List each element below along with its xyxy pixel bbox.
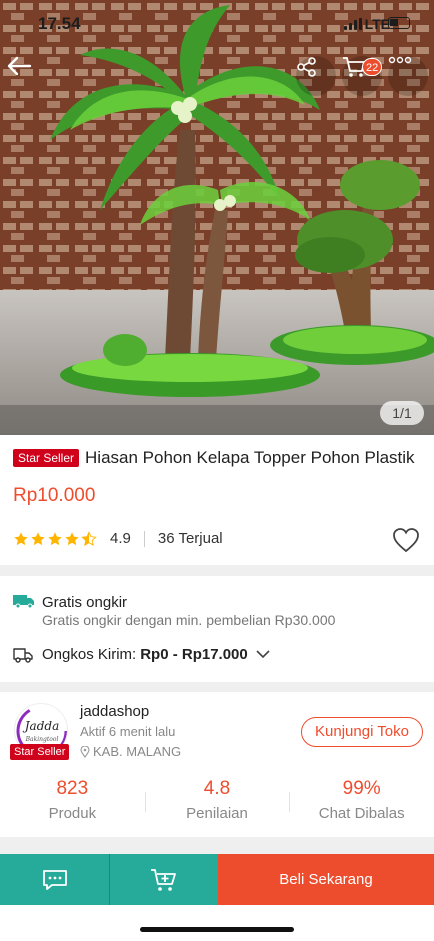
star-icon xyxy=(47,531,63,547)
section-gap xyxy=(0,837,434,854)
stat-rating[interactable]: 4.8 Penilaian xyxy=(144,778,290,822)
signal-icon xyxy=(344,18,362,30)
shop-location-text: KAB. MALANG xyxy=(93,744,182,759)
location-pin-icon xyxy=(80,745,90,758)
stat-label: Penilaian xyxy=(186,805,248,822)
rating-value: 4.9 xyxy=(110,530,131,547)
divider xyxy=(143,530,145,547)
stat-label: Produk xyxy=(48,805,97,822)
free-shipping-subtitle: Gratis ongkir dengan min. pembelian Rp30… xyxy=(42,612,336,628)
shop-star-seller-badge: Star Seller xyxy=(10,744,70,760)
buy-now-button[interactable]: Beli Sekarang xyxy=(218,854,434,905)
add-to-cart-button[interactable] xyxy=(109,854,218,905)
free-shipping-truck-icon xyxy=(13,595,34,608)
bottom-action-bar: Beli Sekarang xyxy=(0,854,434,905)
product-title: Hiasan Pohon Kelapa Topper Pohon Plastik xyxy=(85,448,415,467)
stat-label: Chat Dibalas xyxy=(318,805,405,822)
shop-stats: 823 Produk 4.8 Penilaian 99% Chat Dibala… xyxy=(0,778,434,822)
favorite-button[interactable] xyxy=(392,527,420,553)
image-counter: 1/1 xyxy=(380,401,424,425)
stat-value: 823 xyxy=(56,778,89,799)
shipping-cost-label: Ongkos Kirim: xyxy=(42,646,137,663)
shop-section: Jadda Bakingtool Star Seller jaddashop A… xyxy=(0,692,434,837)
stat-products[interactable]: 823 Produk xyxy=(0,778,145,822)
half-star-icon xyxy=(81,530,97,547)
shop-logo-text: Jadda xyxy=(22,719,59,733)
shop-location: KAB. MALANG xyxy=(80,744,181,759)
shop-logo-subtext: Bakingtool xyxy=(25,736,59,743)
free-shipping-title: Gratis ongkir xyxy=(42,594,128,611)
network-label: LTE xyxy=(364,16,390,32)
star-icon xyxy=(30,531,46,547)
home-indicator xyxy=(140,927,294,932)
battery-icon xyxy=(388,17,410,29)
rating-row[interactable]: 4.9 36 Terjual xyxy=(13,530,223,547)
shipping-section[interactable]: Gratis ongkir Gratis ongkir dengan min. … xyxy=(0,576,434,682)
star-icon xyxy=(64,531,80,547)
shipping-cost-row[interactable]: Ongkos Kirim: Rp0 - Rp17.000 xyxy=(42,646,270,663)
add-to-cart-icon xyxy=(151,868,176,891)
share-icon xyxy=(297,57,316,77)
product-image[interactable]: 17.54 LTE 22 1/1 xyxy=(0,0,434,435)
more-icon xyxy=(388,56,412,64)
star-icon xyxy=(13,531,29,547)
shipping-cost-value: Rp0 - Rp17.000 xyxy=(140,646,248,663)
section-gap xyxy=(0,565,434,576)
back-button[interactable] xyxy=(6,56,46,96)
share-button[interactable] xyxy=(296,56,336,96)
cart-count-badge: 22 xyxy=(362,58,383,76)
section-gap xyxy=(0,682,434,692)
status-bar: 17.54 LTE xyxy=(0,12,434,36)
title-row: Star Seller Hiasan Pohon Kelapa Topper P… xyxy=(13,448,424,468)
sold-count: 36 Terjual xyxy=(157,530,223,547)
product-info: Star Seller Hiasan Pohon Kelapa Topper P… xyxy=(0,435,434,565)
truck-icon xyxy=(13,648,33,663)
star-seller-badge: Star Seller xyxy=(13,449,80,467)
status-time: 17.54 xyxy=(38,14,81,33)
stat-value: 4.8 xyxy=(203,778,231,799)
shop-active-status: Aktif 6 menit lalu xyxy=(80,724,176,739)
shop-name[interactable]: jaddashop xyxy=(80,703,149,720)
more-button[interactable] xyxy=(388,56,428,96)
stat-value: 99% xyxy=(342,778,381,799)
heart-icon xyxy=(393,528,419,553)
visit-shop-button[interactable]: Kunjungi Toko xyxy=(301,717,423,747)
back-arrow-icon xyxy=(7,56,32,76)
rating-stars xyxy=(13,530,98,547)
chat-icon xyxy=(42,869,67,890)
stat-chat-reply[interactable]: 99% Chat Dibalas xyxy=(289,778,434,822)
chat-button[interactable] xyxy=(0,854,109,905)
product-price: Rp10.000 xyxy=(13,485,96,506)
chevron-down-icon xyxy=(256,650,270,659)
